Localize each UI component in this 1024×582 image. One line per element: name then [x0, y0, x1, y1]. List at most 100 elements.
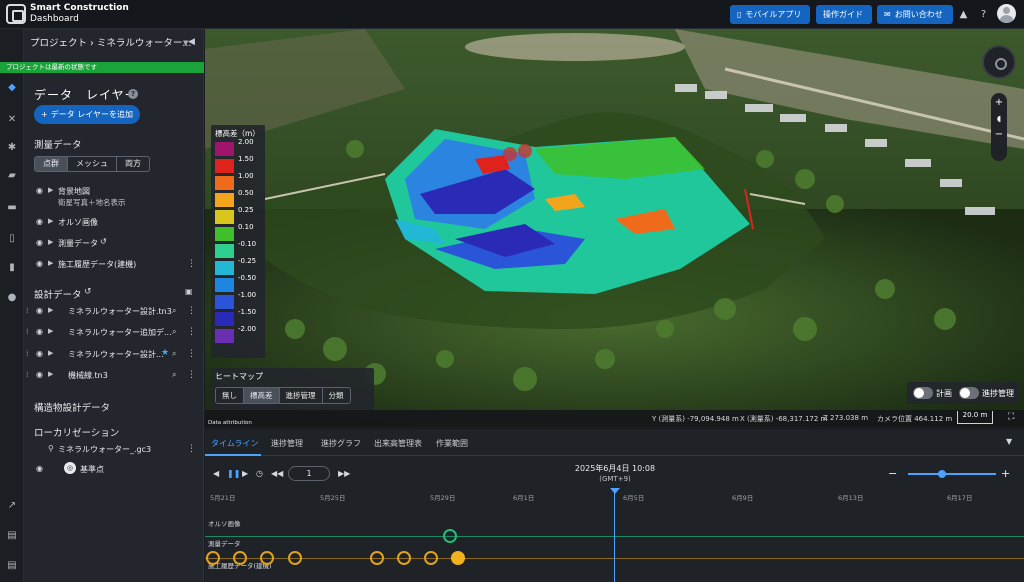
machine-node[interactable] — [260, 551, 274, 565]
eye-icon[interactable]: ◉ — [36, 306, 43, 315]
plan-toggle[interactable] — [913, 387, 933, 399]
localization-file-row[interactable]: ⚲ ミネラルウォーター_.gc3 ⋮ — [24, 443, 204, 457]
survey-node[interactable] — [443, 529, 457, 543]
speed-input[interactable]: 1 — [288, 466, 330, 481]
design-row-active[interactable]: ⁞ ◉ ▶ ミネラルウォーター設計... ★ ⌕ ⋮ — [24, 348, 204, 362]
add-layer-button[interactable]: + データ レイヤーを追加 — [34, 105, 140, 124]
file-icon[interactable]: ▤ — [5, 559, 19, 573]
machine-node[interactable] — [288, 551, 302, 565]
group-icon[interactable]: ● — [5, 291, 19, 305]
tab-both[interactable]: 両方 — [117, 157, 149, 171]
pause-icon[interactable]: ❚❚ — [227, 469, 240, 478]
eye-icon[interactable]: ◉ — [36, 464, 43, 473]
tab-progress-graph[interactable]: 進捗グラフ — [321, 438, 361, 449]
contact-button[interactable]: ✉ お問い合わせ — [877, 5, 953, 24]
eye-icon[interactable]: ◉ — [36, 259, 43, 268]
eye-icon[interactable]: ◉ — [36, 186, 43, 195]
tab-progress[interactable]: 進捗管理 — [271, 438, 303, 449]
fullscreen-icon[interactable]: ⛶ — [1008, 412, 1014, 422]
device-icon[interactable]: ▯ — [5, 232, 19, 246]
history-icon[interactable]: ↺ — [84, 287, 92, 297]
step-back-icon[interactable]: ◀ — [213, 469, 219, 478]
tab-volume-table[interactable]: 出来高管理表 — [374, 438, 422, 449]
zoom-to-icon[interactable]: ⌕ — [172, 370, 176, 380]
tools-icon[interactable]: ✕ — [5, 113, 19, 127]
drag-handle-icon[interactable]: ⁞ — [26, 327, 29, 336]
timeline-zoom-slider[interactable] — [908, 470, 996, 478]
kebab-menu-icon[interactable]: ⋮ — [187, 327, 196, 337]
zoom-in-icon[interactable]: + — [991, 97, 1007, 108]
eye-icon[interactable]: ◉ — [36, 238, 43, 247]
zoom-to-icon[interactable]: ⌕ — [172, 306, 176, 316]
chart-icon[interactable]: ▮ — [5, 261, 19, 275]
layer-row-survey[interactable]: ◉ ▶ 測量データ ↺ — [24, 237, 204, 251]
machine-node[interactable] — [206, 551, 220, 565]
design-row[interactable]: ⁞ ◉ ▶ 機械線.tn3 ⌕ ⋮ — [24, 369, 204, 383]
kebab-menu-icon[interactable]: ⋮ — [187, 370, 196, 380]
base-point-row[interactable]: ◉ ◎ 基準点 — [24, 462, 204, 477]
rewind-icon[interactable]: ◀◀ — [271, 469, 283, 478]
expand-icon[interactable]: ▶ — [48, 349, 53, 357]
guide-button[interactable]: 操作ガイド — [816, 5, 872, 24]
mobile-app-button[interactable]: ▯ モバイルアプリ — [730, 5, 810, 24]
document-icon[interactable]: ▤ — [5, 529, 19, 543]
time-cursor[interactable] — [614, 490, 615, 582]
expand-icon[interactable]: ▶ — [48, 259, 53, 267]
folder-icon[interactable]: ▬ — [5, 201, 19, 215]
expand-icon[interactable]: ▶ — [48, 186, 53, 194]
star-icon[interactable]: ★ — [161, 348, 169, 358]
3d-viewport[interactable]: 標高差（m） 2.00 1.50 1.00 0.50 0.25 0.10 -0.10 -0.2… — [205, 29, 1024, 427]
machine-node[interactable] — [397, 551, 411, 565]
history-icon[interactable]: ↺ — [100, 237, 107, 246]
kebab-menu-icon[interactable]: ⋮ — [187, 349, 196, 359]
kebab-menu-icon[interactable]: ⋮ — [187, 444, 196, 454]
avatar[interactable] — [997, 4, 1016, 23]
layers-icon[interactable]: ◆ — [5, 81, 19, 95]
heatmap-progress[interactable]: 進捗管理 — [280, 388, 323, 403]
heatmap-none[interactable]: 無し — [216, 388, 244, 403]
machine-icon[interactable]: ▰ — [5, 169, 19, 183]
heatmap-classify[interactable]: 分類 — [323, 388, 350, 403]
eye-icon[interactable]: ◉ — [36, 217, 43, 226]
play-icon[interactable]: ▶ — [242, 469, 248, 478]
machine-node[interactable] — [370, 551, 384, 565]
layer-row-basemap[interactable]: ◉ ▶ 背景地図 衛星写真＋地名表示 — [24, 185, 204, 209]
tab-mesh[interactable]: メッシュ — [68, 157, 117, 171]
eye-icon[interactable]: ◉ — [36, 327, 43, 336]
machine-node[interactable] — [424, 551, 438, 565]
tab-pointcloud[interactable]: 点群 — [35, 157, 68, 171]
layer-row-machine[interactable]: ◉ ▶ 施工履歴データ(建機) ⋮ — [24, 258, 204, 272]
eye-icon[interactable]: ◉ — [36, 370, 43, 379]
design-row[interactable]: ⁞ ◉ ▶ ミネラルウォーター設計.tn3 ⌕ ⋮ — [24, 305, 204, 319]
export-icon[interactable]: ↗ — [5, 499, 19, 513]
machine-node-selected[interactable] — [451, 551, 465, 565]
zoom-out-icon[interactable]: − — [991, 129, 1007, 140]
time-cursor-handle[interactable] — [610, 488, 620, 494]
fast-forward-icon[interactable]: ▶▶ — [338, 469, 350, 478]
collapse-panel-icon[interactable]: ◀ — [188, 37, 195, 47]
compass-icon[interactable] — [982, 45, 1016, 79]
kebab-menu-icon[interactable]: ⋮ — [187, 259, 196, 269]
expand-icon[interactable]: ▶ — [48, 217, 53, 225]
progress-toggle[interactable] — [959, 387, 979, 399]
breadcrumb[interactable]: プロジェクト › ミネラルウォーター... — [8, 35, 198, 49]
tab-work-area[interactable]: 作業範囲 — [436, 438, 468, 449]
zoom-to-icon[interactable]: ⌕ — [172, 327, 176, 337]
expand-icon[interactable]: ▶ — [48, 238, 53, 246]
zoom-to-icon[interactable]: ⌕ — [172, 349, 176, 359]
drag-handle-icon[interactable]: ⁞ — [26, 349, 29, 358]
machine-node[interactable] — [233, 551, 247, 565]
kebab-menu-icon[interactable]: ⋮ — [187, 306, 196, 316]
tilt-icon[interactable]: ◖ — [991, 114, 1007, 123]
app-logo-icon[interactable] — [6, 4, 26, 24]
expand-icon[interactable]: ▶ — [48, 370, 53, 378]
design-row[interactable]: ⁞ ◉ ▶ ミネラルウォーター追加デ... ⌕ ⋮ — [24, 326, 204, 340]
layer-row-ortho[interactable]: ◉ ▶ オルソ画像 — [24, 216, 204, 230]
expand-icon[interactable]: ▶ — [48, 306, 53, 314]
add-folder-icon[interactable]: ▣ — [185, 287, 193, 296]
bell-icon[interactable]: ▲ — [956, 7, 971, 22]
data-attribution[interactable]: Data attribution — [208, 420, 252, 426]
heatmap-elevation[interactable]: 標高差 — [244, 388, 280, 403]
settings-icon[interactable]: ✱ — [5, 141, 19, 155]
tab-timeline[interactable]: タイムライン — [211, 438, 258, 449]
